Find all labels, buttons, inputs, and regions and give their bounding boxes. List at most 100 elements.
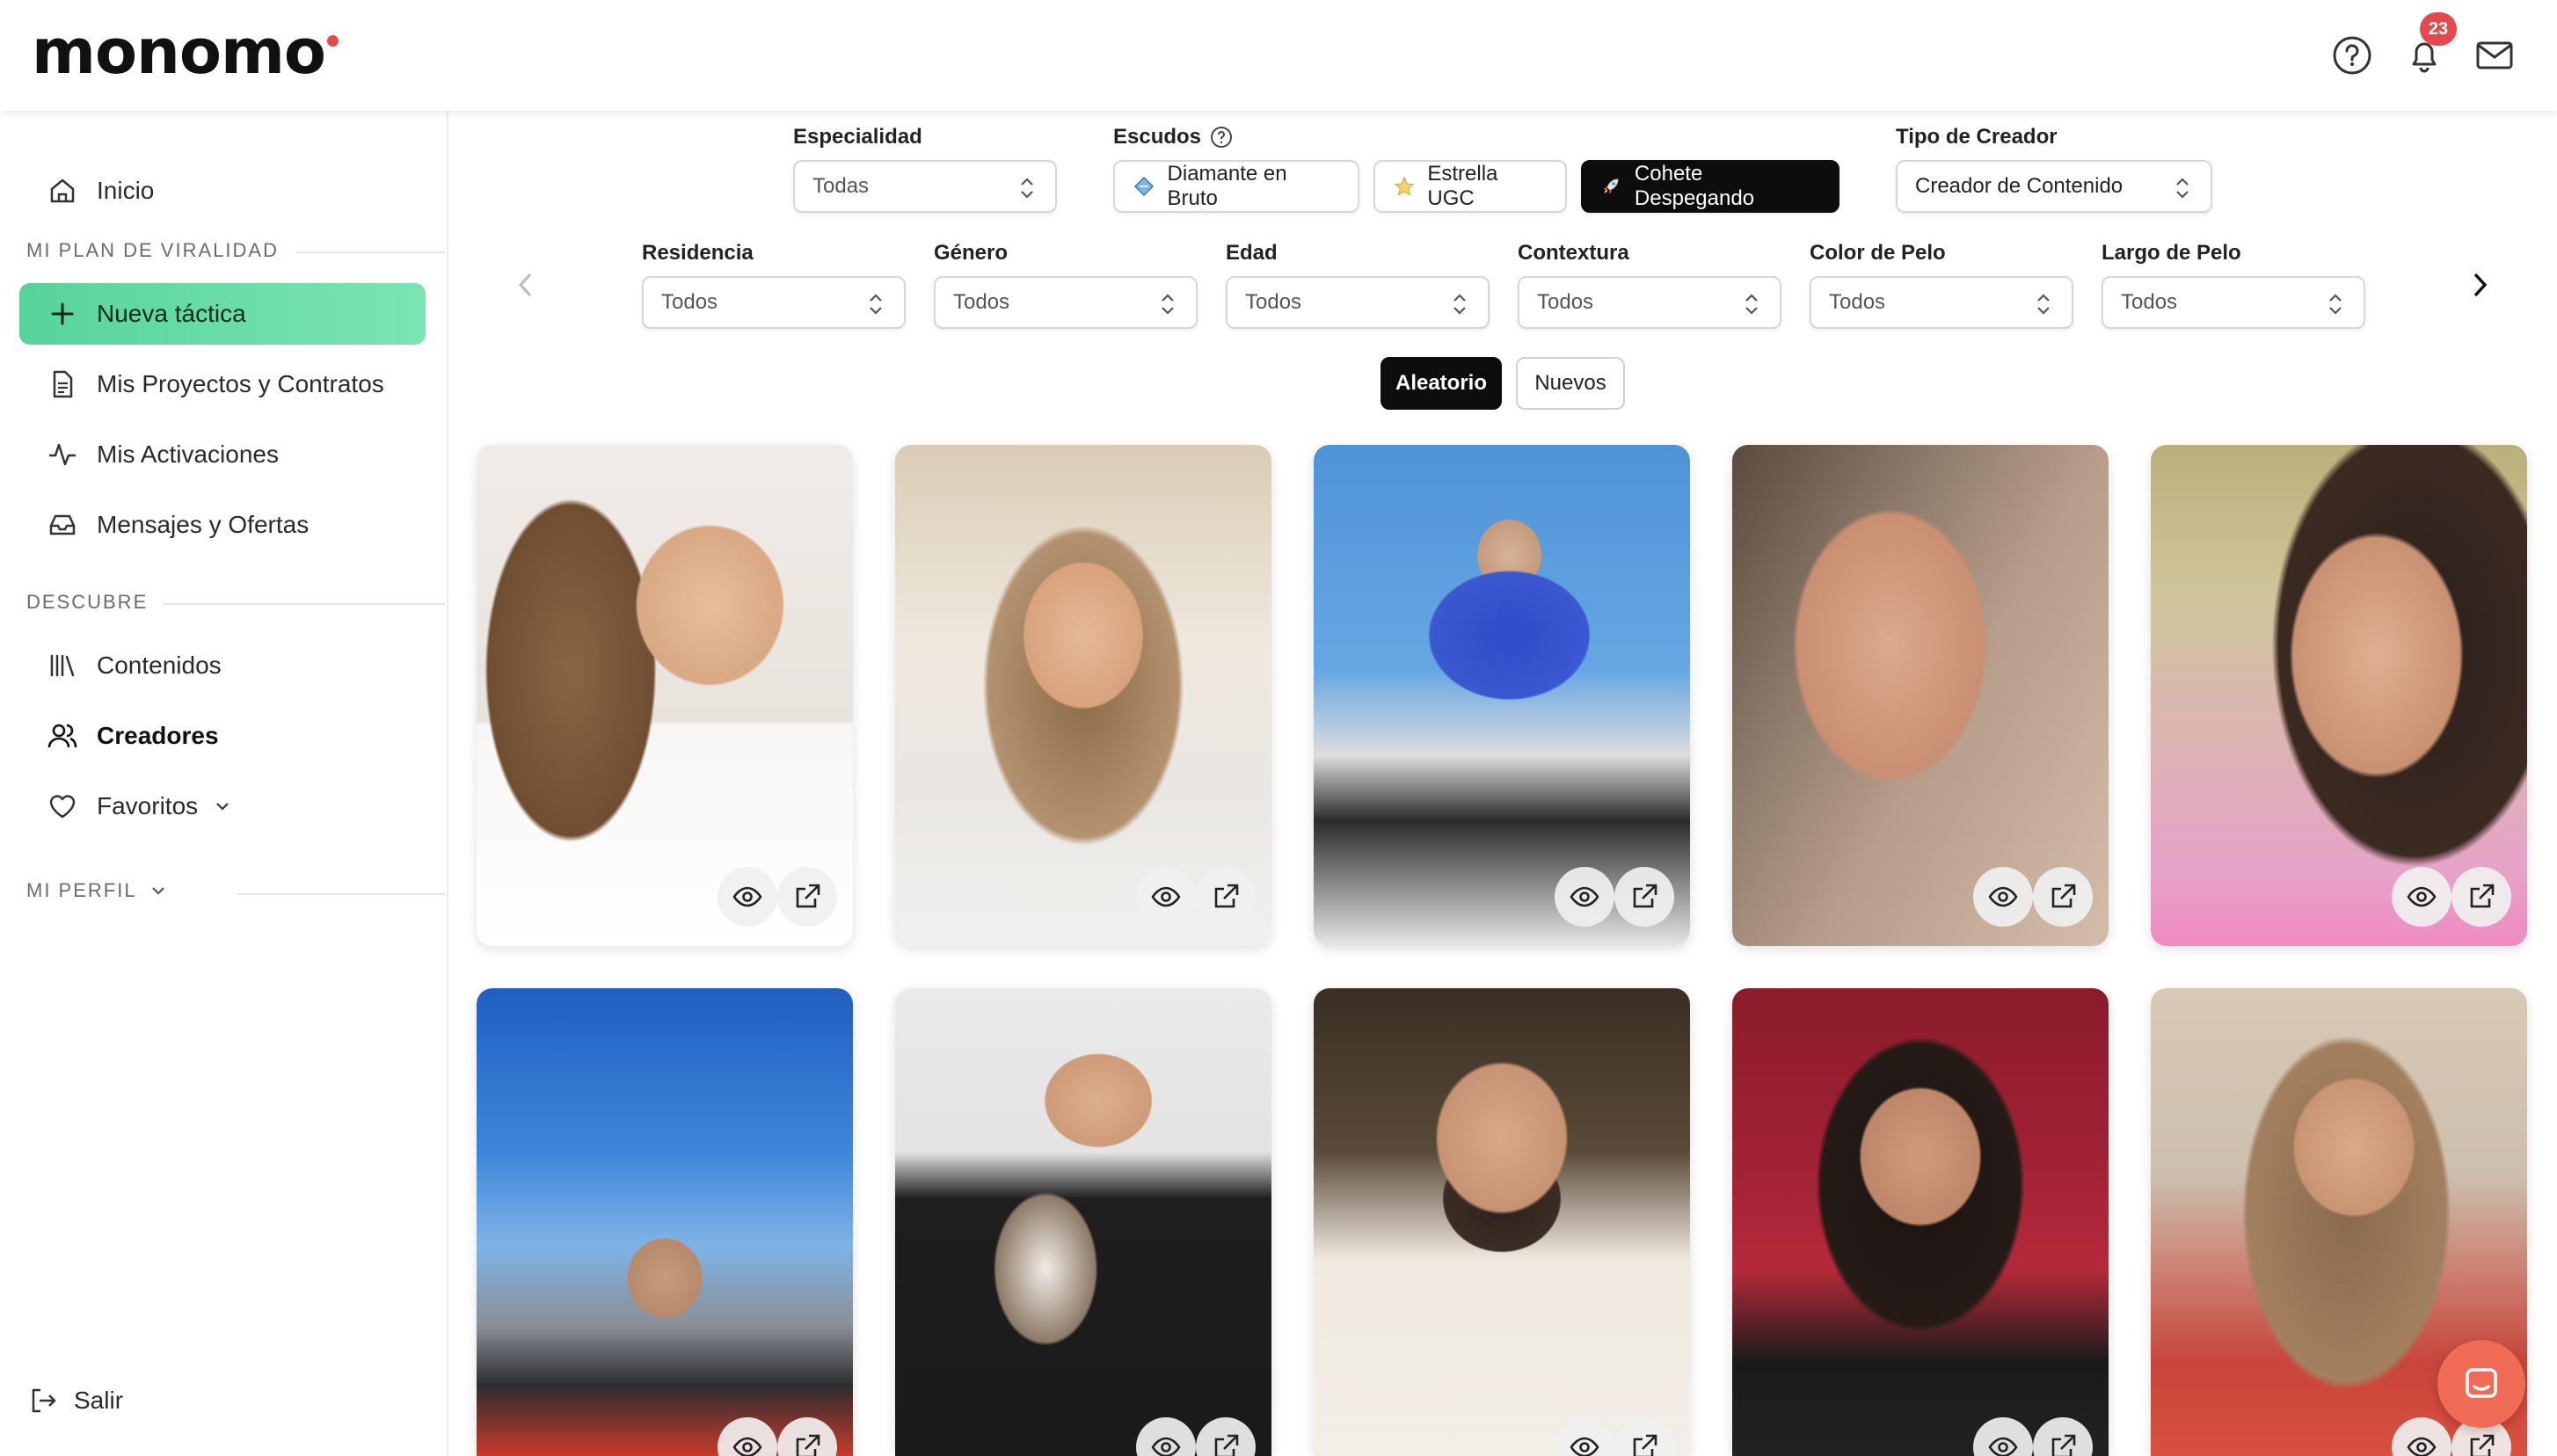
external-link-icon[interactable] (777, 867, 837, 927)
select-chevron-icon (2176, 178, 2189, 199)
heart-icon (46, 790, 79, 823)
residencia-select[interactable]: Todos (642, 276, 906, 329)
select-chevron-icon (1021, 178, 1033, 199)
creator-card[interactable] (2151, 445, 2527, 946)
sidebar-item-label: Salir (74, 1387, 124, 1414)
sidebar-item-salir[interactable]: Salir (0, 1370, 406, 1431)
select-chevron-icon (870, 294, 882, 315)
escudos-label-group: Escudos (1113, 125, 1233, 149)
mail-icon[interactable] (2473, 33, 2517, 77)
library-icon (46, 649, 79, 682)
largo-pelo-label: Largo de Pelo (2102, 241, 2241, 265)
creator-card[interactable] (1314, 445, 1690, 946)
sidebar: Inicio MI PLAN DE VIRALIDAD Nueva táctic… (0, 111, 448, 1456)
monomo-logo[interactable]: monomo (32, 16, 326, 88)
notification-badge: 23 (2420, 12, 2457, 46)
sort-aleatorio-button[interactable]: Aleatorio (1380, 357, 1502, 410)
diamond-icon (1133, 175, 1155, 198)
genero-select[interactable]: Todos (934, 276, 1198, 329)
help-icon[interactable] (2330, 33, 2374, 77)
select-value: Todos (953, 290, 1010, 314)
eye-icon[interactable] (718, 867, 777, 927)
eye-icon[interactable] (1555, 867, 1614, 927)
select-value: Todos (2121, 290, 2178, 314)
external-link-icon[interactable] (2451, 867, 2511, 927)
edad-select[interactable]: Todos (1226, 276, 1490, 329)
sidebar-item-favoritos[interactable]: Favoritos (19, 775, 426, 837)
creator-card[interactable] (1732, 445, 2109, 946)
chat-launcher-button[interactable] (2437, 1340, 2525, 1428)
select-chevron-icon (1745, 294, 1758, 315)
eye-icon[interactable] (2392, 867, 2451, 927)
creator-card[interactable] (1732, 988, 2109, 1456)
color-pelo-label: Color de Pelo (1810, 241, 1946, 265)
creator-card[interactable] (477, 445, 853, 946)
tipo-creador-select[interactable]: Creador de Contenido (1896, 160, 2212, 213)
rocket-icon (1600, 175, 1622, 198)
external-link-icon[interactable] (1196, 867, 1256, 927)
escudo-cohete-button[interactable]: Cohete Despegando (1581, 160, 1839, 213)
chevron-down-icon (214, 797, 231, 815)
info-icon[interactable] (1210, 126, 1233, 149)
sidebar-item-label: Contenidos (97, 652, 222, 679)
contextura-label: Contextura (1518, 241, 1629, 265)
pill-label: Estrella UGC (1427, 162, 1498, 210)
creator-card[interactable] (895, 445, 1271, 946)
divider (237, 893, 445, 895)
document-icon (46, 368, 79, 401)
creator-card[interactable] (895, 988, 1271, 1456)
logo-dot (327, 35, 339, 47)
contextura-select[interactable]: Todos (1518, 276, 1781, 329)
sidebar-item-creadores[interactable]: Creadores (19, 705, 426, 767)
home-icon (46, 174, 79, 207)
select-value: Todas (812, 174, 870, 198)
creator-card[interactable] (1314, 988, 1690, 1456)
plus-icon (46, 297, 79, 331)
eye-icon[interactable] (1136, 867, 1196, 927)
sidebar-item-label: Inicio (97, 177, 155, 204)
divider (295, 251, 445, 253)
sort-nuevos-button[interactable]: Nuevos (1516, 357, 1625, 410)
carousel-prev-icon[interactable] (508, 267, 543, 302)
sidebar-item-label: Mis Proyectos y Contratos (97, 370, 384, 397)
eye-icon[interactable] (1973, 867, 2033, 927)
logout-icon (26, 1384, 60, 1417)
select-chevron-icon (1162, 294, 1174, 315)
chevron-down-icon (149, 882, 167, 899)
especialidad-select[interactable]: Todas (793, 160, 1057, 213)
section-perfil-toggle[interactable]: MI PERFIL (26, 879, 167, 902)
creator-photo (1314, 988, 1690, 1456)
residencia-label: Residencia (642, 241, 754, 265)
select-value: Todos (661, 290, 718, 314)
activity-icon (46, 438, 79, 471)
external-link-icon[interactable] (1614, 867, 1674, 927)
select-value: Todos (1829, 290, 1886, 314)
sidebar-item-proyectos[interactable]: Mis Proyectos y Contratos (19, 353, 426, 415)
sidebar-item-contenidos[interactable]: Contenidos (19, 635, 426, 696)
divider (164, 603, 445, 605)
sidebar-item-activaciones[interactable]: Mis Activaciones (19, 424, 426, 485)
sidebar-item-label: Creadores (97, 722, 219, 749)
sidebar-item-label: Favoritos (97, 792, 199, 819)
sidebar-item-nueva-tactica[interactable]: Nueva táctica (19, 283, 426, 345)
top-header: monomo 23 (0, 0, 2557, 111)
escudo-diamante-button[interactable]: Diamante en Bruto (1113, 160, 1359, 213)
escudo-estrella-button[interactable]: Estrella UGC (1373, 160, 1567, 213)
color-pelo-select[interactable]: Todos (1810, 276, 2073, 329)
especialidad-label: Especialidad (793, 125, 922, 149)
external-link-icon[interactable] (2033, 867, 2093, 927)
carousel-next-icon[interactable] (2462, 267, 2497, 302)
sidebar-item-label: Nueva táctica (97, 300, 246, 327)
tipo-creador-label: Tipo de Creador (1896, 125, 2058, 149)
select-chevron-icon (1453, 294, 1466, 315)
section-descubre-label: DESCUBRE (26, 591, 149, 613)
sidebar-item-mensajes[interactable]: Mensajes y Ofertas (19, 494, 426, 556)
select-value: Creador de Contenido (1915, 174, 2124, 198)
select-value: Todos (1537, 290, 1594, 314)
edad-label: Edad (1226, 241, 1278, 265)
select-value: Todos (1245, 290, 1302, 314)
largo-pelo-select[interactable]: Todos (2102, 276, 2365, 329)
sidebar-item-inicio[interactable]: Inicio (19, 160, 426, 222)
section-perfil-label: MI PERFIL (26, 879, 137, 901)
creator-card[interactable] (477, 988, 853, 1456)
